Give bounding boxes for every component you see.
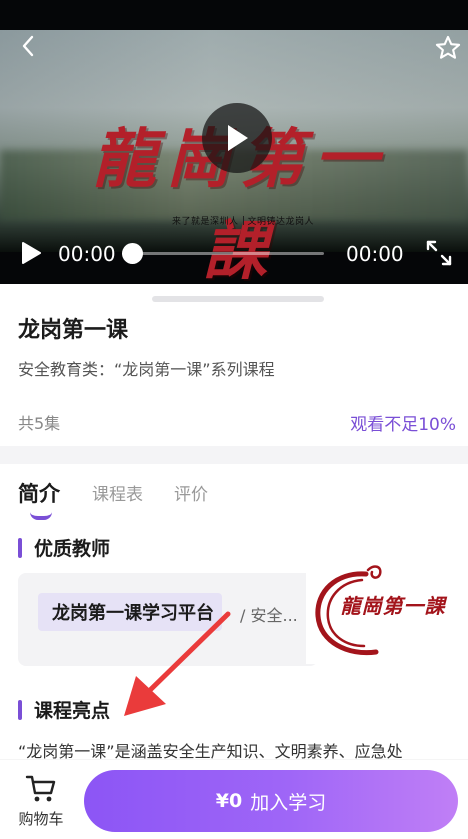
episode-count: 共5集 [18,414,61,433]
active-tab-indicator [30,512,52,520]
highlights-heading: 课程亮点 [18,696,110,723]
fullscreen-button[interactable] [424,238,454,268]
logo-text: 龍崗第一課 [340,594,446,618]
play-icon [22,242,41,264]
heading-accent-bar [18,699,22,720]
progress-handle[interactable] [122,243,143,264]
center-play-button[interactable] [202,103,272,173]
play-icon [228,125,248,151]
section-divider [0,446,468,464]
sheet-drag-handle[interactable] [152,296,324,302]
course-logo: 龍崗第一課 [306,560,456,664]
shopping-cart-icon [25,775,56,802]
course-title: 龙岗第一课 [18,318,129,343]
teacher-card[interactable]: 龙岗第一课学习平台 / 安全... [18,573,318,666]
teacher-name: 龙岗第一课学习平台 [38,593,222,631]
highlights-heading-text: 课程亮点 [34,700,111,722]
video-controls: 00:00 00:00 [0,232,468,274]
video-subtitle-right: 文明铸达龙岗人 [247,217,315,227]
control-play-button[interactable] [18,240,44,266]
tab-reviews[interactable]: 评价 [174,480,208,505]
video-player[interactable]: 龍崗第一課 来了就是深圳人 文明铸达龙岗人 00:00 00:00 [0,0,468,284]
teachers-heading-text: 优质教师 [34,538,111,560]
favorite-button[interactable] [434,34,462,62]
cart-label: 购物车 [18,810,64,828]
video-subtitle: 来了就是深圳人 文明铸达龙岗人 [168,214,318,227]
teachers-heading: 优质教师 [18,534,110,561]
bottom-action-bar: 购物车 ¥0 加入学习 [0,760,468,839]
join-course-button[interactable]: ¥0 加入学习 [84,770,458,832]
chevron-left-icon [22,35,34,57]
watch-progress-label: 观看不足10% [350,415,456,435]
video-subtitle-left: 来了就是深圳人 [171,217,239,227]
cart-button[interactable]: 购物车 [12,774,70,834]
course-description: 安全教育类：“龙岗第一课”系列课程 [18,360,275,379]
star-icon [435,35,461,59]
back-button[interactable] [16,34,40,58]
course-price: ¥0 [215,790,243,812]
fullscreen-icon [426,240,452,266]
tab-intro[interactable]: 简介 [18,478,60,508]
current-time: 00:00 [58,242,116,266]
total-time: 00:00 [346,242,404,266]
highlights-text: “龙岗第一课”是涵盖安全生产知识、文明素养、应急处 [18,742,403,761]
tab-schedule[interactable]: 课程表 [92,480,143,505]
join-label: 加入学习 [250,791,327,814]
content-tabs: 简介 课程表 评价 [0,474,468,520]
heading-accent-bar [18,537,22,558]
teacher-tag: / 安全... [240,606,298,625]
progress-track[interactable] [132,252,324,255]
